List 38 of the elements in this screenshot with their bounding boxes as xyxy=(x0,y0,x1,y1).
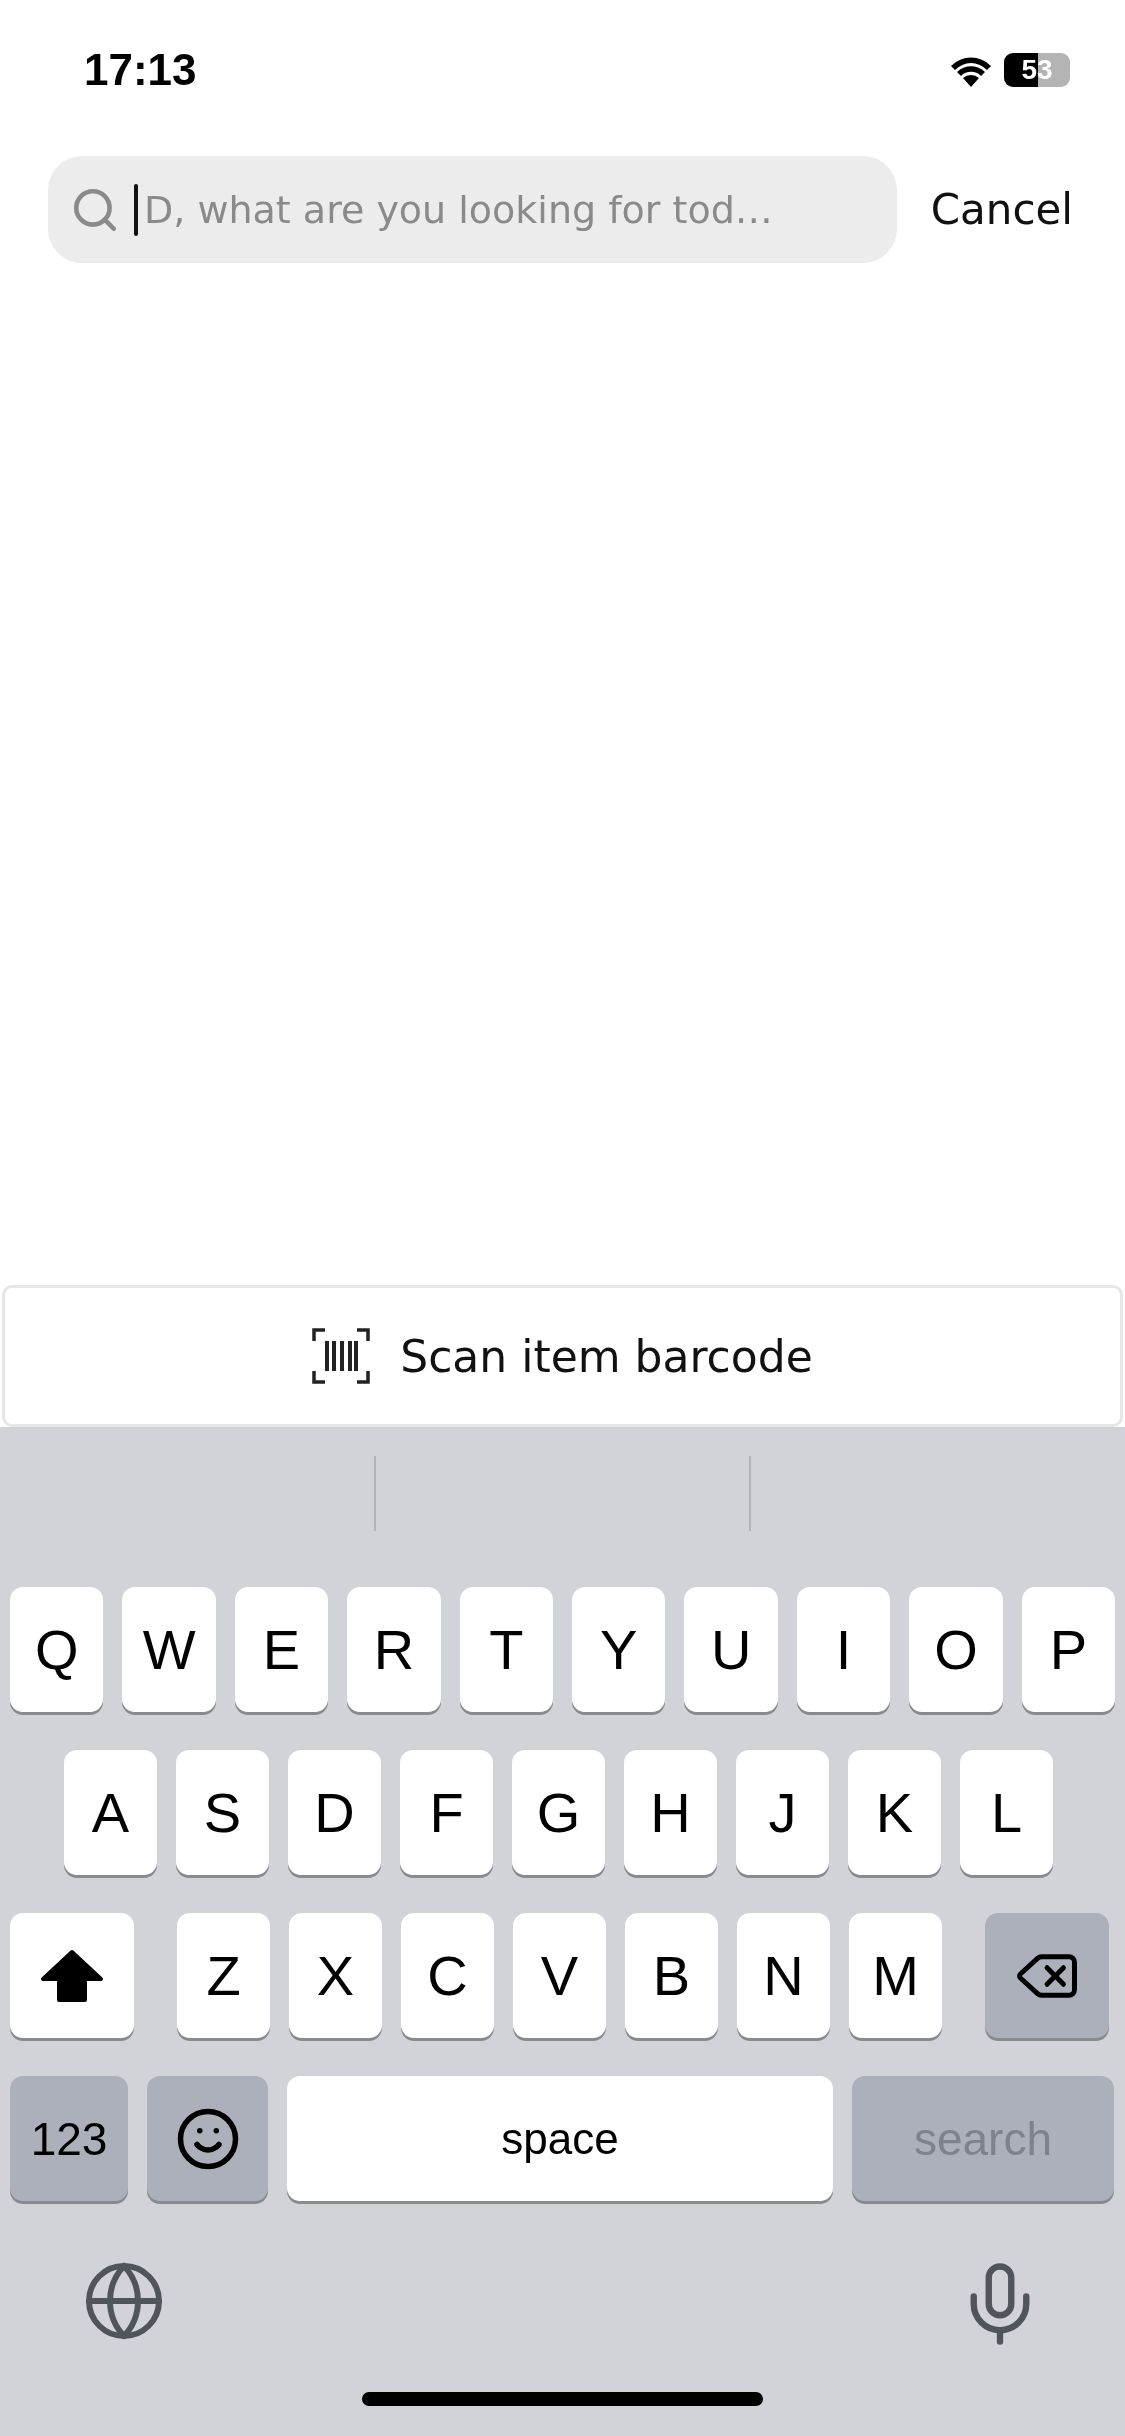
keyboard-key[interactable]: S xyxy=(176,1750,269,1875)
keyboard-key[interactable]: T xyxy=(459,1587,554,1712)
keyboard-key[interactable]: D xyxy=(288,1750,381,1875)
search-field[interactable]: D, what are you looking for tod… xyxy=(144,187,897,232)
cancel-button[interactable]: Cancel xyxy=(930,185,1073,234)
keyboard-key[interactable]: B xyxy=(625,1913,718,2038)
keyboard-key[interactable]: X xyxy=(289,1913,382,2038)
keyboard-key[interactable]: L xyxy=(960,1750,1053,1875)
status-time: 17:13 xyxy=(84,45,197,95)
keyboard-key[interactable]: O xyxy=(909,1587,1003,1712)
keyboard-key[interactable]: Q xyxy=(10,1587,104,1712)
keyboard-key[interactable]: M xyxy=(849,1913,942,2038)
barcode-icon xyxy=(312,1327,371,1385)
shift-key[interactable] xyxy=(10,1913,134,2038)
keyboard-key[interactable]: G xyxy=(512,1750,605,1875)
keyboard-key[interactable]: H xyxy=(624,1750,717,1875)
keyboard-key[interactable]: Z xyxy=(177,1913,270,2038)
keyboard-key[interactable]: J xyxy=(736,1750,829,1875)
keyboard-key[interactable]: R xyxy=(347,1587,441,1712)
keyboard-key[interactable]: A xyxy=(64,1750,157,1875)
shift-icon xyxy=(40,1948,104,2003)
search-bar[interactable]: D, what are you looking for tod… xyxy=(48,156,897,263)
emoji-key[interactable] xyxy=(147,2076,268,2201)
space-key[interactable]: space xyxy=(287,2076,833,2201)
keyboard-key[interactable]: W xyxy=(122,1587,216,1712)
keyboard-key[interactable]: F xyxy=(400,1750,493,1875)
scan-barcode-button[interactable]: Scan item barcode xyxy=(2,1285,1123,1427)
keyboard-key[interactable]: K xyxy=(848,1750,941,1875)
numbers-key[interactable]: 123 xyxy=(10,2076,128,2201)
keyboard-key[interactable]: Y xyxy=(572,1587,666,1712)
keyboard-key[interactable]: E xyxy=(234,1587,329,1712)
delete-key[interactable] xyxy=(985,1913,1109,2038)
keyboard-key[interactable]: V xyxy=(513,1913,606,2038)
keyboard-key[interactable]: I xyxy=(796,1587,891,1712)
keyboard-key[interactable]: P xyxy=(1021,1587,1116,1712)
keyboard-key[interactable]: N xyxy=(737,1913,830,2038)
keyboard-key[interactable]: U xyxy=(684,1587,778,1712)
keyboard-key[interactable]: C xyxy=(401,1913,494,2038)
